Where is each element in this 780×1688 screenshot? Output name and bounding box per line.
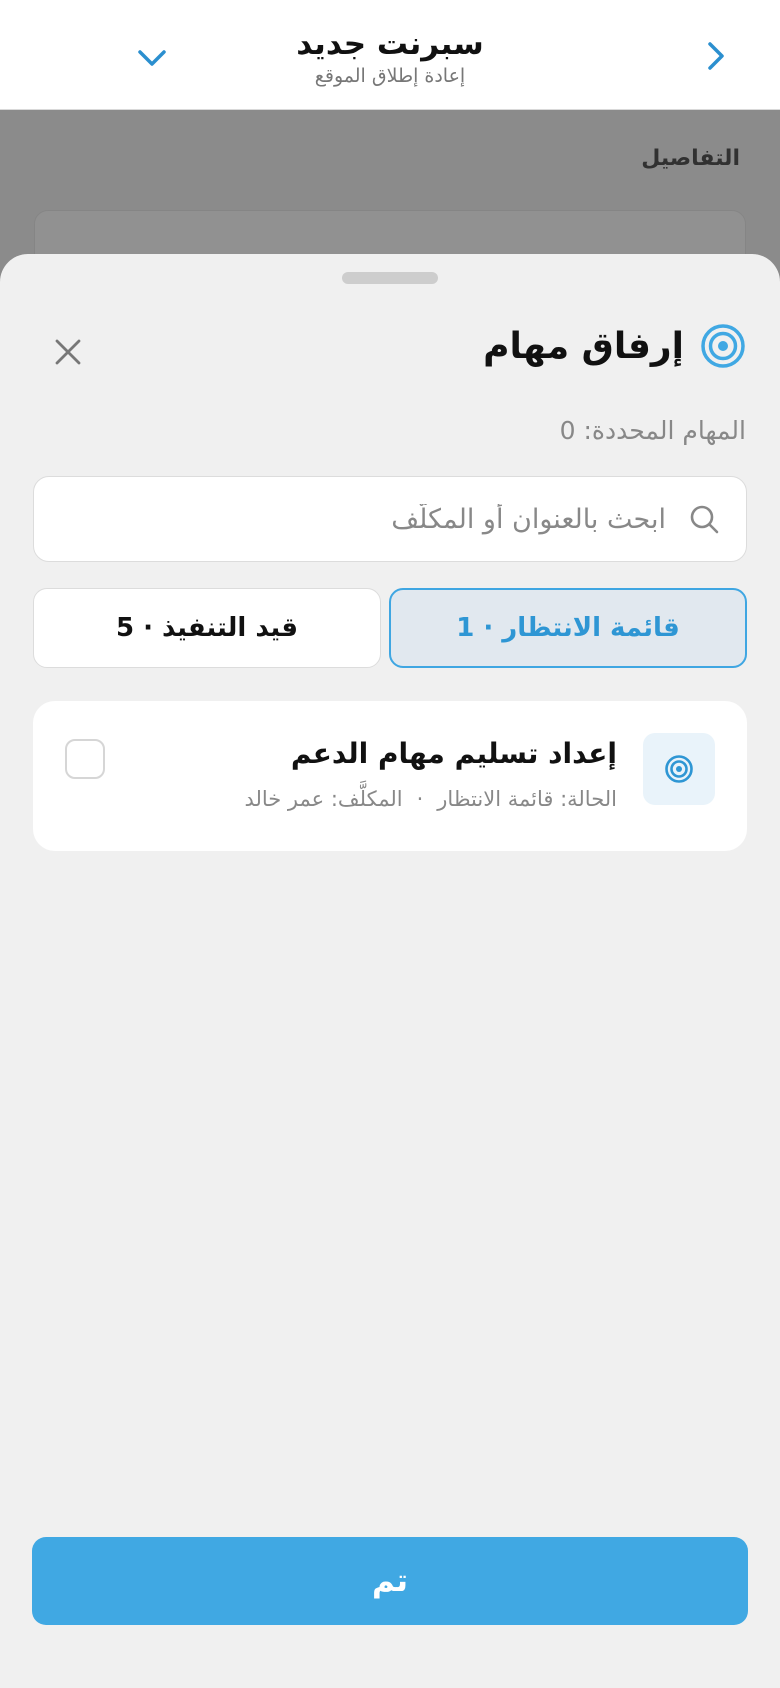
task-select-checkbox[interactable] — [65, 739, 105, 779]
task-meta: الحالة: قائمة الانتظار · المكلَّف: عمر خال… — [244, 787, 617, 811]
search-input[interactable] — [60, 503, 666, 535]
task-icon-container — [643, 733, 715, 805]
sprint-dropdown-button[interactable] — [132, 38, 172, 78]
target-icon — [701, 324, 745, 368]
target-icon — [665, 755, 693, 783]
task-title: إعداد تسليم مهام الدعم — [290, 737, 617, 770]
sprint-subtitle: إعادة إطلاق الموقع — [314, 65, 466, 87]
task-assignee: المكلَّف: عمر خالد — [244, 787, 403, 811]
chevron-down-icon — [138, 50, 166, 66]
search-field[interactable] — [33, 476, 747, 562]
tab-backlog[interactable]: قائمة الانتظار · 1 — [389, 588, 747, 668]
search-icon — [690, 505, 719, 534]
header-title-block: سبرنت جديد إعادة إطلاق الموقع — [0, 24, 780, 88]
attach-tasks-sheet: إرفاق مهام المهام المحددة: 0 قائمة الانت… — [0, 254, 780, 1688]
sheet-drag-handle[interactable] — [342, 272, 438, 284]
task-status: الحالة: قائمة الانتظار — [437, 787, 617, 811]
sheet-title: إرفاق مهام — [483, 325, 684, 367]
close-icon — [55, 339, 81, 365]
tab-in-progress[interactable]: قيد التنفيذ · 5 — [33, 588, 381, 668]
top-app-bar: سبرنت جديد إعادة إطلاق الموقع — [0, 0, 780, 110]
task-list-item[interactable]: إعداد تسليم مهام الدعم الحالة: قائمة الا… — [33, 701, 747, 851]
close-button[interactable] — [46, 330, 90, 374]
sprint-title: سبرنت جديد — [296, 26, 484, 62]
done-button[interactable]: تم — [32, 1537, 748, 1625]
selected-tasks-count: المهام المحددة: 0 — [559, 416, 746, 445]
sheet-header: إرفاق مهام — [483, 318, 746, 374]
meta-separator: · — [416, 787, 424, 811]
